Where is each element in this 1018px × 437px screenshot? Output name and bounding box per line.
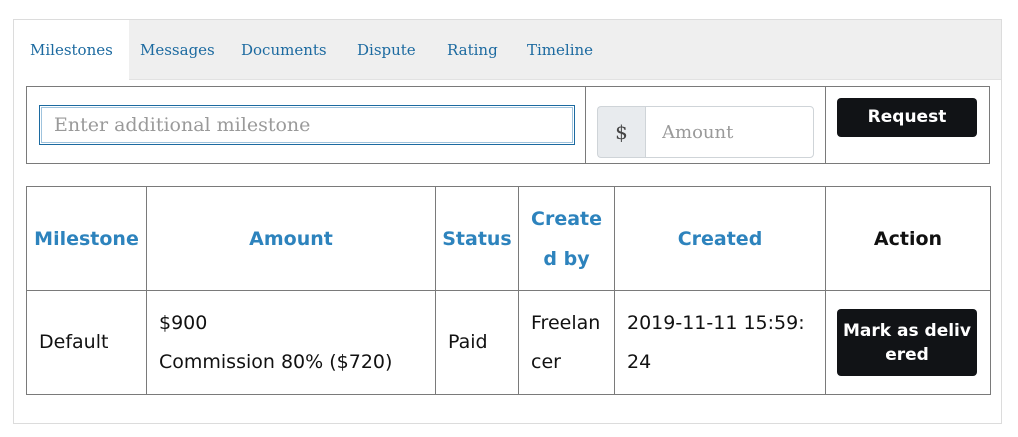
request-button[interactable]: Request [837, 98, 977, 137]
table-row: Default $900 Commission 80% ($720) Paid … [26, 290, 991, 395]
cell-amount: $900 Commission 80% ($720) [146, 290, 436, 395]
column-header-milestone[interactable]: Milestone [26, 186, 147, 291]
milestone-input[interactable] [39, 105, 575, 145]
commission-value: Commission 80% ($720) [159, 350, 393, 373]
table-header-row: Milestone Amount Status Created by Creat… [26, 186, 991, 291]
cell-status: Paid [435, 290, 519, 395]
tab-messages[interactable]: Messages [140, 20, 215, 80]
amount-cell: $ [585, 87, 825, 163]
column-header-created[interactable]: Created [614, 186, 826, 291]
milestone-request-form: $ Request [26, 86, 990, 164]
milestones-panel: Milestones Messages Documents Dispute Ra… [13, 19, 1002, 424]
tab-timeline[interactable]: Timeline [527, 20, 593, 80]
column-header-action: Action [825, 186, 991, 291]
milestone-input-cell [27, 87, 585, 163]
cell-created: 2019-11-11 15:59:24 [614, 290, 826, 395]
amount-value: $900 [159, 311, 208, 334]
milestones-table: Milestone Amount Status Created by Creat… [26, 186, 991, 395]
request-cell: Request [825, 87, 989, 163]
tab-documents[interactable]: Documents [241, 20, 327, 80]
tab-dispute[interactable]: Dispute [357, 20, 416, 80]
tab-bar: Milestones Messages Documents Dispute Ra… [14, 20, 1001, 81]
cell-action: Mark as delivered [825, 290, 991, 395]
tab-rating[interactable]: Rating [447, 20, 498, 80]
column-header-status[interactable]: Status [435, 186, 519, 291]
mark-as-delivered-button[interactable]: Mark as delivered [837, 309, 977, 376]
column-header-amount[interactable]: Amount [146, 186, 436, 291]
amount-input[interactable] [645, 106, 814, 158]
cell-created-by: Freelancer [518, 290, 615, 395]
column-header-created-by[interactable]: Created by [518, 186, 615, 291]
currency-addon: $ [597, 106, 645, 158]
cell-milestone: Default [26, 290, 147, 395]
tab-milestones[interactable]: Milestones [14, 20, 129, 81]
